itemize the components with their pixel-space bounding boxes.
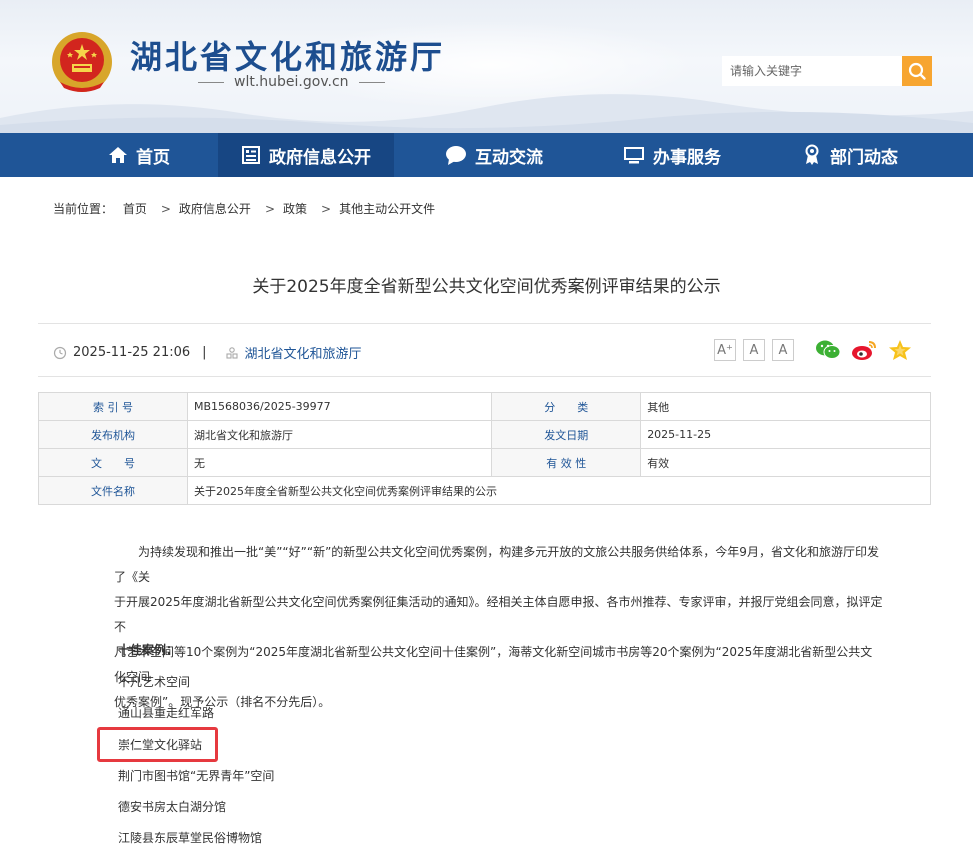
- body-line: 为持续发现和推出一批“美”“好”“新”的新型公共文化空间优秀案例，构建多元开放的…: [114, 545, 879, 584]
- divider: [38, 376, 931, 377]
- info-label: 发布机构: [38, 420, 188, 449]
- site-header: 湖北省文化和旅游厅 wlt.hubei.gov.cn: [0, 0, 973, 133]
- breadcrumb-link-other-docs[interactable]: 其他主动公开文件: [339, 202, 435, 216]
- breadcrumb-separator: >: [264, 202, 275, 216]
- document-list-icon: [242, 146, 260, 164]
- nav-item-home[interactable]: 首页: [60, 133, 218, 177]
- search-button[interactable]: [902, 56, 932, 86]
- font-increase-button[interactable]: A⁺: [714, 339, 736, 361]
- medal-icon: [805, 144, 819, 165]
- search-input[interactable]: [722, 56, 902, 86]
- national-emblem-icon: [52, 32, 112, 92]
- breadcrumb-separator: >: [321, 202, 332, 216]
- info-value: MB1568036/2025-39977: [186, 392, 493, 421]
- monitor-icon: [624, 147, 644, 164]
- breadcrumb-separator: >: [160, 202, 171, 216]
- font-size-controls: A⁺ A A: [714, 339, 801, 361]
- list-item: 德安书房太白湖分馆: [118, 800, 227, 814]
- nav-item-dept-news[interactable]: 部门动态: [766, 133, 934, 177]
- search-icon: [908, 62, 926, 80]
- main-nav: 首页 政府信息公开 互动交流 办事服务 部门动态: [0, 133, 973, 177]
- article-body: 为持续发现和推出一批“美”“好”“新”的新型公共文化空间优秀案例，构建多元开放的…: [114, 540, 884, 715]
- info-label: 有 效 性: [491, 448, 642, 477]
- favorite-star-icon[interactable]: [887, 339, 913, 361]
- weibo-icon[interactable]: [851, 339, 877, 361]
- nav-item-label: 政府信息公开: [269, 147, 371, 168]
- section-heading: 十佳案例：: [118, 643, 179, 657]
- breadcrumb-link-home[interactable]: 首页: [123, 202, 147, 216]
- nav-item-label: 首页: [136, 147, 170, 168]
- info-label: 分 类: [491, 392, 642, 421]
- site-url-text: wlt.hubei.gov.cn: [234, 74, 349, 90]
- site-title: 湖北省文化和旅游厅: [130, 38, 446, 76]
- divider: [38, 323, 931, 324]
- info-value: 湖北省文化和旅游厅: [186, 420, 493, 449]
- nav-item-services[interactable]: 办事服务: [588, 133, 756, 177]
- list-item: 荆门市图书馆“无界青年”空间: [118, 769, 275, 783]
- article-meta: 2025-11-25 21:06 | 湖北省文化和旅游厅: [53, 343, 362, 362]
- list-item: 通山县重走红军路: [118, 706, 215, 720]
- breadcrumb: 当前位置： 首页 > 政府信息公开 > 政策 > 其他主动公开文件: [53, 200, 441, 217]
- nav-item-label: 互动交流: [475, 147, 543, 168]
- breadcrumb-link-gov-info[interactable]: 政府信息公开: [179, 202, 251, 216]
- list-item: 江陵县东辰草堂民俗博物馆: [118, 831, 263, 845]
- font-decrease-button[interactable]: A: [772, 339, 794, 361]
- table-row: 文件名称 关于2025年度全省新型公共文化空间优秀案例评审结果的公示: [38, 476, 932, 505]
- article-title: 关于2025年度全省新型公共文化空间优秀案例评审结果的公示: [252, 277, 721, 297]
- search-box: [722, 56, 932, 86]
- publisher-name: 湖北省文化和旅游厅: [244, 347, 362, 362]
- url-dash-right: [358, 81, 385, 83]
- url-dash-left: [198, 81, 224, 83]
- chat-bubble-icon: [446, 146, 466, 165]
- publish-datetime: 2025-11-25 21:06: [73, 345, 191, 360]
- wechat-icon[interactable]: [815, 339, 841, 361]
- body-line: 优秀案例”。现予公示（排名不分先后）。: [114, 695, 331, 709]
- home-icon: [109, 147, 127, 163]
- breadcrumb-prefix: 当前位置：: [53, 202, 114, 216]
- info-value: 关于2025年度全省新型公共文化空间优秀案例评审结果的公示: [186, 476, 932, 505]
- highlight-box: [97, 727, 218, 762]
- info-label: 文 号: [38, 448, 188, 477]
- info-label: 发文日期: [491, 420, 642, 449]
- info-value: 2025-11-25: [640, 420, 931, 449]
- table-row: 文 号 无 有 效 性 有效: [38, 448, 931, 477]
- site-url: wlt.hubei.gov.cn: [188, 74, 395, 90]
- info-label: 文件名称: [38, 476, 188, 505]
- organization-icon: [225, 346, 238, 359]
- body-line: 于开展2025年度湖北省新型公共文化空间优秀案例征集活动的通知》。经相关主体自愿…: [114, 595, 883, 634]
- info-value: 有效: [640, 448, 931, 477]
- body-line: 凡艺术空间等10个案例为“2025年度湖北省新型公共文化空间十佳案例”，海蒂文化…: [114, 645, 873, 684]
- nav-item-label: 部门动态: [830, 147, 898, 168]
- list-item: 不凡艺术空间: [118, 675, 191, 689]
- document-info-table: 索 引 号 MB1568036/2025-39977 分 类 其他 发布机构 湖…: [38, 392, 932, 505]
- nav-item-gov-info[interactable]: 政府信息公开: [218, 133, 394, 177]
- info-label: 索 引 号: [38, 392, 188, 421]
- font-default-button[interactable]: A: [743, 339, 765, 361]
- info-value: 无: [186, 448, 493, 477]
- table-row: 发布机构 湖北省文化和旅游厅 发文日期 2025-11-25: [38, 420, 931, 449]
- nav-item-interaction[interactable]: 互动交流: [410, 133, 578, 177]
- breadcrumb-link-policy[interactable]: 政策: [283, 202, 307, 216]
- table-row: 索 引 号 MB1568036/2025-39977 分 类 其他: [38, 392, 931, 421]
- nav-item-label: 办事服务: [653, 147, 721, 168]
- meta-separator: |: [202, 345, 207, 360]
- info-value: 其他: [640, 392, 931, 421]
- clock-icon: [53, 346, 67, 359]
